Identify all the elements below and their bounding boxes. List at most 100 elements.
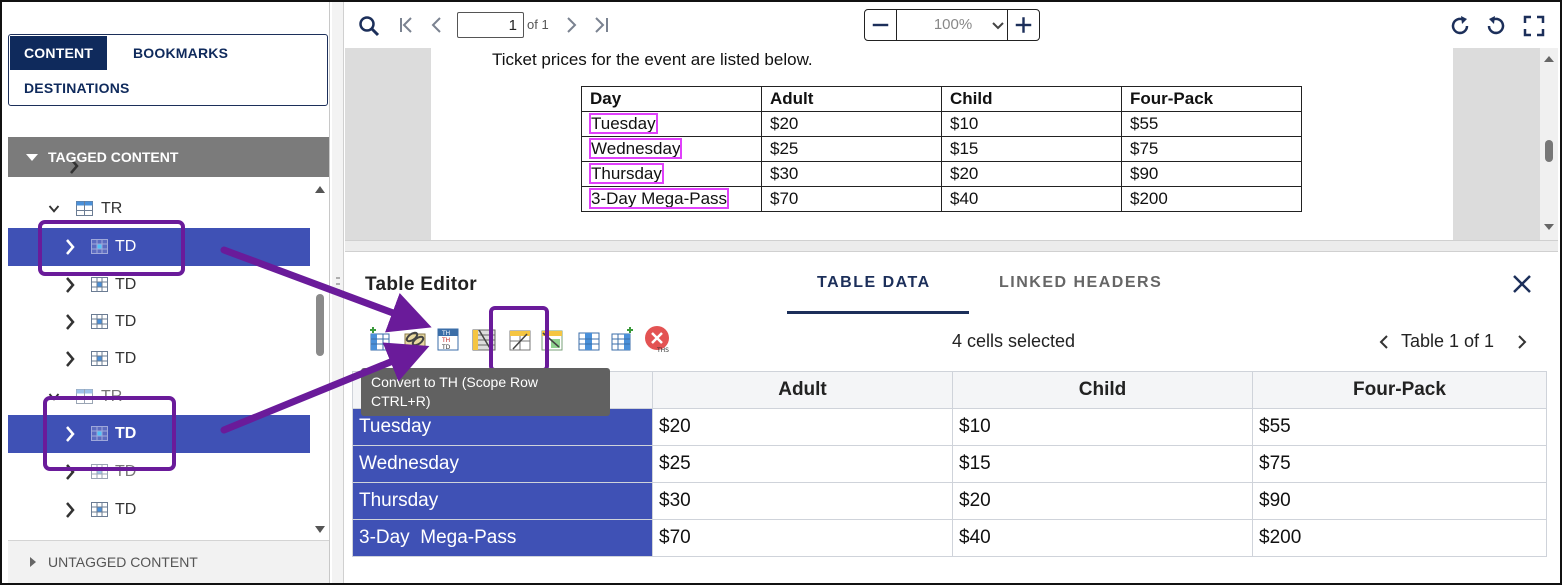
grid-cell-selected[interactable]: 3-Day Mega-Pass [352,519,653,557]
th-td-icon[interactable]: THTHTD [435,325,461,353]
grid-cell[interactable]: $75 [1252,445,1547,483]
tab-destinations[interactable]: DESTINATIONS [10,71,144,105]
doc-header-cell: Day [581,86,762,112]
first-page-icon[interactable] [398,16,416,34]
doc-cell: $20 [941,161,1122,187]
table-editor-panel: Table Editor TABLE DATA LINKED HEADERS T… [345,253,1560,583]
table-cell-icon [91,314,108,329]
panel-tabs: CONTENT BOOKMARKS DESTINATIONS [8,34,328,106]
fullscreen-icon[interactable] [1523,15,1545,37]
doc-cell: $40 [941,186,1122,212]
prev-table-icon[interactable] [1379,334,1389,350]
scroll-thumb [1545,140,1553,162]
search-icon[interactable] [358,15,380,37]
expand-triangle-icon [30,557,36,567]
chevron-right-icon[interactable] [64,275,76,295]
grid-header-cell[interactable]: Adult [652,371,953,409]
grid-header-cell[interactable]: Four-Pack [1252,371,1547,409]
next-page-icon[interactable] [565,16,579,34]
untagged-content-header[interactable]: UNTAGGED CONTENT [8,540,329,583]
chevron-right-icon[interactable] [64,349,76,369]
app-window: CONTENT BOOKMARKS DESTINATIONS TAGGED CO… [0,0,1562,585]
tab-table-data[interactable]: TABLE DATA [817,274,931,292]
left-panel: CONTENT BOOKMARKS DESTINATIONS TAGGED CO… [2,2,330,583]
doc-cell: $10 [941,111,1122,137]
grid-row: Wednesday $25 $15 $75 [352,445,1547,483]
tree-label: TD [115,350,137,367]
grid-cell[interactable]: $55 [1252,408,1547,446]
grid-cell[interactable]: $200 [1252,519,1547,557]
grid-cell[interactable]: $20 [952,482,1253,520]
next-table-icon[interactable] [1517,334,1527,350]
grid-cell[interactable]: $40 [952,519,1253,557]
tooltip-convert-th: Convert to TH (Scope Row CTRL+R) [361,368,610,416]
zoom-out-icon[interactable] [865,10,897,40]
scroll-down-icon [315,526,325,533]
tree-label: TD [115,501,137,518]
tagged-cell-highlight: Tuesday [589,113,658,134]
document-table-row: Wednesday $25 $15 $75 [581,136,1302,162]
tab-bookmarks[interactable]: BOOKMARKS [119,36,242,70]
grid-cell[interactable]: $90 [1252,482,1547,520]
prev-page-icon[interactable] [429,16,443,34]
grid-cell[interactable]: $15 [952,445,1253,483]
collapse-triangle-icon [26,153,38,161]
chevron-down-icon[interactable] [991,21,1005,31]
document-table-row: 3-Day Mega-Pass $70 $40 $200 [581,186,1302,212]
tree-row-td[interactable]: TD [8,340,310,378]
page-count-label: of 1 [527,17,549,32]
document-table-row: Tuesday $20 $10 $55 [581,111,1302,137]
scroll-down-icon [1544,224,1554,230]
grid-header-cell[interactable]: Child [952,371,1253,409]
vertical-splitter[interactable] [332,2,344,583]
zoom-control: 100% [864,9,1040,41]
tree-row-td[interactable]: TD [8,491,310,529]
svg-text:TD: TD [441,344,451,351]
grid-row: Thursday $30 $20 $90 [352,482,1547,520]
close-icon[interactable] [1511,273,1533,295]
insert-column-icon[interactable] [367,325,393,353]
doc-cell: $20 [761,111,942,137]
grid-cell-selected[interactable]: Wednesday [352,445,653,483]
zoom-in-icon[interactable] [1007,10,1039,40]
rotate-cw-icon[interactable] [1448,14,1472,38]
page-number-input[interactable] [457,12,524,38]
chevron-right-icon[interactable] [64,312,76,332]
grid-cell[interactable]: $25 [652,445,953,483]
document-table-header-row: Day Adult Child Four-Pack [581,86,1302,112]
table-cell-icon [91,502,108,517]
tree-row-td[interactable]: TD [8,303,310,341]
tagged-cell-highlight: 3-Day Mega-Pass [588,188,730,209]
tab-content[interactable]: CONTENT [10,36,108,70]
svg-text:TH: TH [441,330,450,337]
convert-th-row-highlight [489,306,549,372]
tab-linked-headers[interactable]: LINKED HEADERS [999,274,1162,292]
horizontal-splitter[interactable] [345,240,1558,252]
doc-cell: $25 [761,136,942,162]
grid-cell[interactable]: $30 [652,482,953,520]
chevron-down-icon[interactable] [48,199,60,219]
last-page-icon[interactable] [592,16,610,34]
insert-column-right-icon[interactable] [610,325,636,353]
insert-row-icon[interactable] [576,325,602,353]
grid-cell[interactable]: $10 [952,408,1253,446]
document-scrollbar[interactable] [1540,48,1558,240]
grid-cell-selected[interactable]: Thursday [352,482,653,520]
chevron-right-icon[interactable] [64,500,76,520]
tree-label: TD [115,313,137,330]
active-tab-underline [787,311,969,314]
link-cells-icon[interactable] [402,325,428,353]
grid-cell[interactable]: $70 [652,519,953,557]
svg-text:THS: THS [656,347,669,353]
tree-scrollbar[interactable] [313,180,327,540]
drag-grip-icon[interactable] [336,274,340,314]
scroll-thumb [316,294,324,356]
tagged-cell-highlight: Wednesday [588,138,683,159]
grid-cell[interactable]: $20 [652,408,953,446]
remove-ths-icon[interactable]: THS [643,325,673,353]
doc-cell: $75 [1121,136,1302,162]
table-editor-title: Table Editor [365,274,477,295]
rotate-ccw-icon[interactable] [1484,14,1508,38]
table-tools: TH TH TD THS [367,306,687,372]
doc-cell: $90 [1121,161,1302,187]
